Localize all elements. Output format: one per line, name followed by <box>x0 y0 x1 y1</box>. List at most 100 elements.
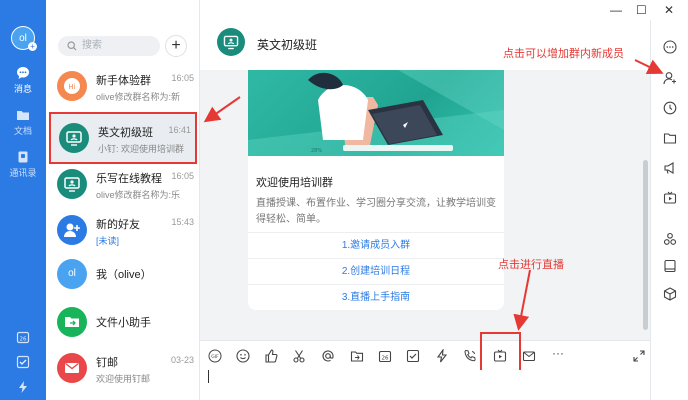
task-check-icon[interactable] <box>406 349 420 363</box>
add-member-icon[interactable] <box>663 71 677 85</box>
nav-documents[interactable]: 文档 <box>0 108 46 137</box>
message-scrollbar[interactable] <box>643 160 648 330</box>
lightning-icon[interactable] <box>16 380 30 394</box>
gif-icon[interactable]: GIF <box>208 349 222 363</box>
right-tool-rail <box>650 20 688 400</box>
avatar-add-badge: + <box>28 42 37 51</box>
conversation-time: 16:05 <box>171 73 194 83</box>
classroom-icon <box>223 35 239 50</box>
avatar-initials: ol <box>19 33 27 44</box>
conversation-name: 我（olive） <box>96 269 152 281</box>
checkbox-icon[interactable] <box>16 355 30 369</box>
dingtalk-window: ol + 消息 文档 通讯录 26 搜索 + Hi 新手体验群 16:05 ol… <box>0 0 688 400</box>
classroom-icon <box>66 131 82 146</box>
more-options-icon[interactable] <box>663 40 677 54</box>
ding-lightning-icon[interactable] <box>435 349 449 363</box>
conversation-time: 15:43 <box>171 217 194 227</box>
conversation-preview: [未读] <box>96 236 120 246</box>
announcement-icon[interactable] <box>663 161 677 175</box>
mail-icon <box>65 362 79 373</box>
expand-icon[interactable] <box>632 349 646 363</box>
conversation-item[interactable]: Hi 新手体验群 16:05 olive修改群名称为:新 <box>46 62 200 114</box>
create-schedule-link[interactable]: 2.创建培训日程 <box>248 258 504 284</box>
conversation-preview: 小钉: 欢迎使用培训群 <box>98 144 185 154</box>
conversation-preview: olive修改群名称为:乐 <box>96 190 181 200</box>
live-stream-icon[interactable] <box>663 191 677 205</box>
close-button[interactable]: ✕ <box>664 3 674 17</box>
conversation-item[interactable]: ol 我（olive） <box>46 250 200 302</box>
message-area: 28% 欢迎使用培训群 直播授课、布置作业、学习圈分享交流，让教学培训变得轻松、… <box>200 70 650 340</box>
chat-group-avatar[interactable] <box>217 28 245 56</box>
text-caret <box>208 370 209 383</box>
group-avatar <box>57 169 87 199</box>
my-avatar[interactable]: ol + <box>11 26 37 51</box>
conversation-item[interactable]: 文件小助手 <box>46 298 200 350</box>
nav-documents-label: 文档 <box>13 126 32 136</box>
svg-text:26: 26 <box>20 337 27 343</box>
teacher-illustration: 28% <box>248 70 504 156</box>
cube-icon[interactable] <box>663 287 677 301</box>
group-icon: Hi <box>64 78 80 94</box>
message-input[interactable] <box>200 370 650 400</box>
conversation-name: 新的好友 <box>96 219 140 231</box>
search-input[interactable]: 搜索 <box>58 36 160 56</box>
mail-icon[interactable] <box>522 349 536 363</box>
conversation-list: 搜索 + Hi 新手体验群 16:05 olive修改群名称为:新 英文初级班 … <box>46 0 200 400</box>
annotation-add-member: 点击可以增加群内新成员 <box>503 48 624 60</box>
calendar-icon[interactable]: 26 <box>378 349 392 363</box>
nav-messages-label: 消息 <box>13 84 32 94</box>
calendar-icon[interactable]: 26 <box>16 330 30 344</box>
nav-contacts[interactable]: 通讯录 <box>0 150 46 179</box>
assistant-avatar <box>57 307 87 337</box>
card-description: 直播授课、布置作业、学习圈分享交流，让教学培训变得轻松、简单。 <box>256 198 496 225</box>
live-guide-link[interactable]: 3.直播上手指南 <box>248 284 504 310</box>
invite-members-link[interactable]: 1.邀请成员入群 <box>248 232 504 258</box>
welcome-card: 28% 欢迎使用培训群 直播授课、布置作业、学习圈分享交流，让教学培训变得轻松、… <box>248 70 504 310</box>
search-icon <box>67 41 77 51</box>
search-placeholder: 搜索 <box>82 40 102 51</box>
conversation-time: 16:41 <box>168 125 191 135</box>
notebook-icon[interactable] <box>663 259 677 273</box>
card-title: 欢迎使用培训群 <box>256 177 333 189</box>
maximize-button[interactable]: ☐ <box>636 3 647 17</box>
group-avatar: Hi <box>57 71 87 101</box>
thumbs-up-icon[interactable] <box>264 349 278 363</box>
friend-avatar <box>57 215 87 245</box>
history-icon[interactable] <box>663 101 677 115</box>
add-friend-icon <box>64 223 80 237</box>
conversation-item[interactable]: 钉邮 03-23 欢迎使用钉邮 <box>46 344 200 396</box>
nav-contacts-label: 通讯录 <box>9 168 37 178</box>
conversation-item[interactable]: 乐写在线教程 16:05 olive修改群名称为:乐 <box>46 160 200 212</box>
chat-bubble-icon <box>17 67 29 79</box>
phone-icon[interactable] <box>463 349 477 363</box>
minimize-button[interactable]: — <box>610 3 622 17</box>
welcome-banner: 28% <box>248 70 504 156</box>
emoji-icon[interactable] <box>236 349 250 363</box>
conversation-time: 03-23 <box>170 355 194 365</box>
conversation-preview: olive修改群名称为:新 <box>96 92 181 102</box>
conversation-name: 新手体验群 <box>96 75 151 87</box>
folder-icon[interactable] <box>663 131 677 145</box>
scissors-icon[interactable] <box>292 349 306 363</box>
mail-avatar <box>57 353 87 383</box>
conversation-preview: 欢迎使用钉邮 <box>96 374 151 384</box>
svg-text:26: 26 <box>382 356 389 362</box>
conversation-name: 钉邮 <box>96 357 118 369</box>
more-icon[interactable]: ··· <box>552 346 564 360</box>
annotation-live: 点击进行直播 <box>498 259 564 271</box>
conversation-item-selected[interactable]: 英文初级班 16:41 小钉: 欢迎使用培训群 <box>49 112 197 164</box>
gif-label: GIF <box>211 354 219 360</box>
at-icon[interactable] <box>321 349 335 363</box>
chat-title: 英文初级班 <box>257 38 318 52</box>
conversation-name: 乐写在线教程 <box>96 173 162 185</box>
nav-messages[interactable]: 消息 <box>0 66 46 95</box>
left-nav-rail: ol + 消息 文档 通讯录 26 <box>0 0 46 400</box>
folder-upload-icon[interactable] <box>350 349 364 363</box>
banner-percent: 28% <box>311 148 322 154</box>
svg-text:Hi: Hi <box>68 83 75 91</box>
apps-icon[interactable] <box>663 232 677 246</box>
group-avatar <box>59 123 89 153</box>
create-button[interactable]: + <box>165 35 187 57</box>
file-transfer-icon <box>65 317 79 327</box>
input-toolbar: GIF 26 ··· <box>200 332 650 372</box>
